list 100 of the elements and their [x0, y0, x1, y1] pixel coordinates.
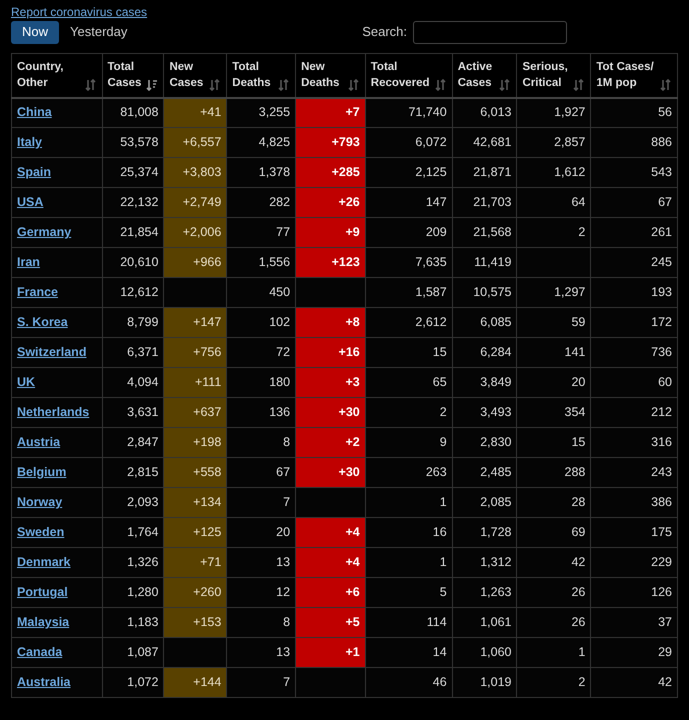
- table-cell: 136: [226, 398, 296, 428]
- country-link[interactable]: Australia: [17, 675, 70, 690]
- table-cell: +30: [296, 458, 366, 488]
- table-cell: 6,013: [452, 98, 517, 128]
- country-link[interactable]: Norway: [17, 495, 62, 510]
- table-cell: 450: [226, 278, 296, 308]
- table-cell: 543: [590, 158, 678, 188]
- table-cell: +198: [164, 428, 227, 458]
- table-cell: 20,610: [102, 248, 164, 278]
- country-link[interactable]: Germany: [17, 225, 72, 240]
- country-link[interactable]: Belgium: [17, 465, 66, 480]
- table-cell: +5: [296, 608, 366, 638]
- table-cell: 3,255: [226, 98, 296, 128]
- table-cell: +3: [296, 368, 366, 398]
- table-cell: 1,556: [226, 248, 296, 278]
- table-cell: 6,371: [102, 338, 164, 368]
- table-cell: 2: [516, 218, 591, 248]
- table-cell: 8: [226, 608, 296, 638]
- table-cell: 2: [365, 398, 452, 428]
- search-field[interactable]: [413, 20, 567, 44]
- country-link[interactable]: Malaysia: [17, 615, 70, 630]
- country-link[interactable]: Spain: [17, 165, 52, 180]
- table-cell: 26: [516, 608, 591, 638]
- sort-icon: [84, 79, 97, 92]
- tab[interactable]: Now: [11, 20, 60, 44]
- sort-icon: [499, 79, 512, 92]
- country-link[interactable]: Portugal: [17, 585, 68, 600]
- table-cell: 1,061: [452, 608, 517, 638]
- table-cell: 2,125: [365, 158, 452, 188]
- table-cell: 67: [226, 458, 296, 488]
- country-link[interactable]: Canada: [17, 645, 62, 660]
- table-cell: +6,557: [164, 128, 227, 158]
- table-cell: 64: [516, 188, 591, 218]
- table-cell: 53,578: [102, 128, 164, 158]
- country-link[interactable]: China: [17, 105, 52, 120]
- table-cell: 71,740: [365, 98, 452, 128]
- country-link[interactable]: USA: [17, 195, 44, 210]
- table-cell: 65: [365, 368, 452, 398]
- country-link[interactable]: Netherlands: [17, 405, 90, 420]
- table-cell: 11,419: [452, 248, 517, 278]
- country-link[interactable]: Austria: [17, 435, 60, 450]
- table-cell: 245: [590, 248, 678, 278]
- table-cell: 1,326: [102, 548, 164, 578]
- table-cell: 16: [365, 518, 452, 548]
- table-cell: +111: [164, 368, 227, 398]
- table-cell: 9: [365, 428, 452, 458]
- country-link[interactable]: Sweden: [17, 525, 64, 540]
- country-link[interactable]: Denmark: [17, 555, 70, 570]
- tab[interactable]: Yesterday: [59, 20, 138, 44]
- table-cell: 1,728: [452, 518, 517, 548]
- table-cell: 2,857: [516, 128, 591, 158]
- table-cell: 15: [516, 428, 591, 458]
- column-label: Total Cases: [108, 60, 142, 92]
- table-cell: +144: [164, 668, 227, 698]
- table-cell: 6,072: [365, 128, 452, 158]
- table-cell: 1,087: [102, 638, 164, 668]
- table-cell: 354: [516, 398, 591, 428]
- column-header[interactable]: Country, Other: [12, 54, 102, 98]
- table-cell: 46: [365, 668, 452, 698]
- table-cell: 1,927: [516, 98, 591, 128]
- table-cell: 126: [590, 578, 678, 608]
- table-cell: +30: [296, 398, 366, 428]
- country-link[interactable]: UK: [17, 375, 36, 390]
- table-cell: +2,749: [164, 188, 227, 218]
- table-cell: 10,575: [452, 278, 517, 308]
- table-cell: 261: [590, 218, 678, 248]
- table-cell: 8: [226, 428, 296, 458]
- table-cell: 2,085: [452, 488, 517, 518]
- table-cell: +8: [296, 308, 366, 338]
- table-cell: 243: [590, 458, 678, 488]
- country-link[interactable]: Italy: [17, 135, 42, 150]
- search-label: Search:: [362, 23, 407, 42]
- country-link[interactable]: Iran: [17, 255, 40, 270]
- table-cell: 20: [226, 518, 296, 548]
- country-link[interactable]: Switzerland: [17, 345, 86, 360]
- table-cell: 6,085: [452, 308, 517, 338]
- table-cell: +134: [164, 488, 227, 518]
- country-link[interactable]: France: [17, 285, 58, 300]
- table-cell: 1,587: [365, 278, 452, 308]
- table-cell: 6,284: [452, 338, 517, 368]
- column-label: Total Deaths: [232, 60, 272, 92]
- table-cell: 172: [590, 308, 678, 338]
- table-cell: +285: [296, 158, 366, 188]
- table-cell: 20: [516, 368, 591, 398]
- table-cell: [296, 278, 366, 308]
- table-cell: 7,635: [365, 248, 452, 278]
- table-cell: 67: [590, 188, 678, 218]
- table-cell: 3,493: [452, 398, 517, 428]
- table-cell: 2,485: [452, 458, 517, 488]
- table-cell: 13: [226, 638, 296, 668]
- table-cell: +7: [296, 98, 366, 128]
- table-cell: 1,183: [102, 608, 164, 638]
- table-cell: 212: [590, 398, 678, 428]
- table-cell: 14: [365, 638, 452, 668]
- table-cell: 114: [365, 608, 452, 638]
- table-cell: 316: [590, 428, 678, 458]
- country-link[interactable]: S. Korea: [17, 315, 68, 330]
- table-cell: 2,612: [365, 308, 452, 338]
- report-link[interactable]: Report coronavirus cases: [11, 5, 148, 19]
- table-cell: +2,006: [164, 218, 227, 248]
